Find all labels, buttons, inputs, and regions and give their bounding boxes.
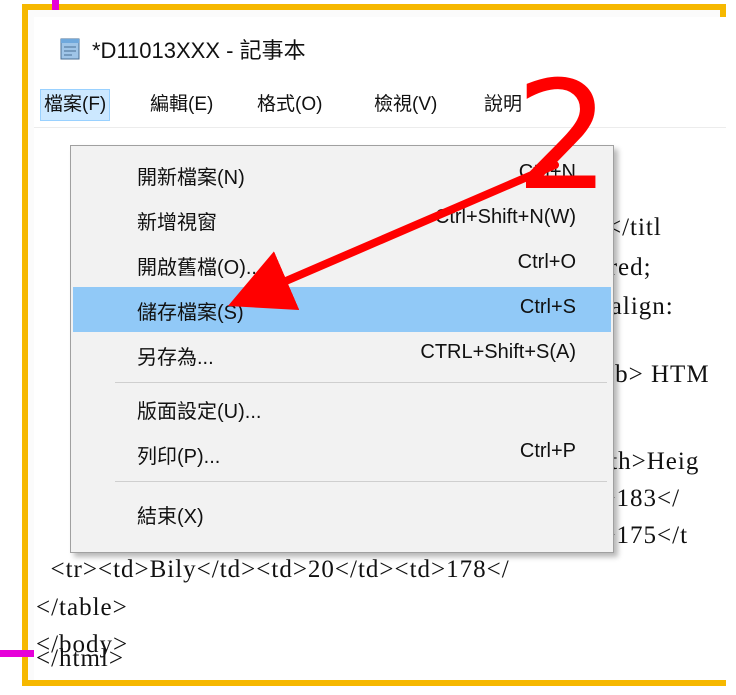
menu-item-print[interactable]: 列印(P)... Ctrl+P (73, 431, 611, 476)
menu-separator (115, 481, 607, 482)
menu-item-label: 另存為... (137, 347, 214, 369)
notepad-window: *D11013XXX - 記事本 檔案(F) 編輯(E) 格式(O) 檢視(V)… (34, 17, 726, 680)
menu-item-label: 開新檔案(N) (137, 167, 245, 189)
menu-item-shortcut: CTRL+Shift+S(A) (420, 341, 576, 363)
menu-file[interactable]: 檔案(F) (40, 89, 111, 121)
menu-item-shortcut: Ctrl+N (518, 161, 576, 183)
menu-separator (115, 382, 607, 383)
file-menu-dropdown: 開新檔案(N) Ctrl+N 新增視窗 Ctrl+Shift+N(W) 開啟舊檔… (70, 145, 614, 553)
menu-bar: 檔案(F) 編輯(E) 格式(O) 檢視(V) 說明 (34, 83, 726, 128)
menu-item-new[interactable]: 開新檔案(N) Ctrl+N (73, 152, 611, 197)
menu-item-save-as[interactable]: 另存為... CTRL+Shift+S(A) (73, 332, 611, 377)
menu-item-open[interactable]: 開啟舊檔(O)... Ctrl+O (73, 242, 611, 287)
notepad-icon (58, 37, 82, 61)
menu-item-shortcut: Ctrl+S (519, 296, 576, 318)
menu-item-label: 新增視窗 (137, 212, 217, 234)
code-line: <tr><td>Bily</td><td>20</td><td>178</ (36, 556, 510, 583)
menu-item-new-window[interactable]: 新增視窗 Ctrl+Shift+N(W) (73, 197, 611, 242)
menu-item-label: 結束(X) (137, 506, 204, 528)
menu-item-label: 版面設定(U)... (137, 401, 262, 423)
menu-edit[interactable]: 編輯(E) (147, 89, 216, 121)
window-title: *D11013XXX - 記事本 (92, 38, 306, 63)
menu-format[interactable]: 格式(O) (254, 89, 325, 121)
menu-help[interactable]: 說明 (481, 89, 525, 121)
menu-item-exit[interactable]: 結束(X) (73, 491, 611, 536)
menu-item-save[interactable]: 儲存檔案(S) Ctrl+S (73, 287, 611, 332)
decorative-tick-bottom (0, 650, 34, 657)
menu-view[interactable]: 檢視(V) (371, 89, 440, 121)
code-line: </table> (36, 594, 128, 621)
menu-item-shortcut: Ctrl+O (517, 251, 576, 273)
menu-item-shortcut: Ctrl+P (519, 440, 576, 462)
menu-item-page-setup[interactable]: 版面設定(U)... (73, 386, 611, 431)
code-line: </html> (36, 645, 124, 672)
menu-item-label: 開啟舊檔(O)... (137, 257, 263, 279)
menu-item-label: 列印(P)... (137, 446, 221, 468)
decorative-tick-top (52, 0, 59, 10)
title-bar[interactable]: *D11013XXX - 記事本 (34, 17, 726, 81)
menu-item-shortcut: Ctrl+Shift+N(W) (434, 206, 576, 228)
menu-item-label: 儲存檔案(S) (137, 302, 244, 324)
